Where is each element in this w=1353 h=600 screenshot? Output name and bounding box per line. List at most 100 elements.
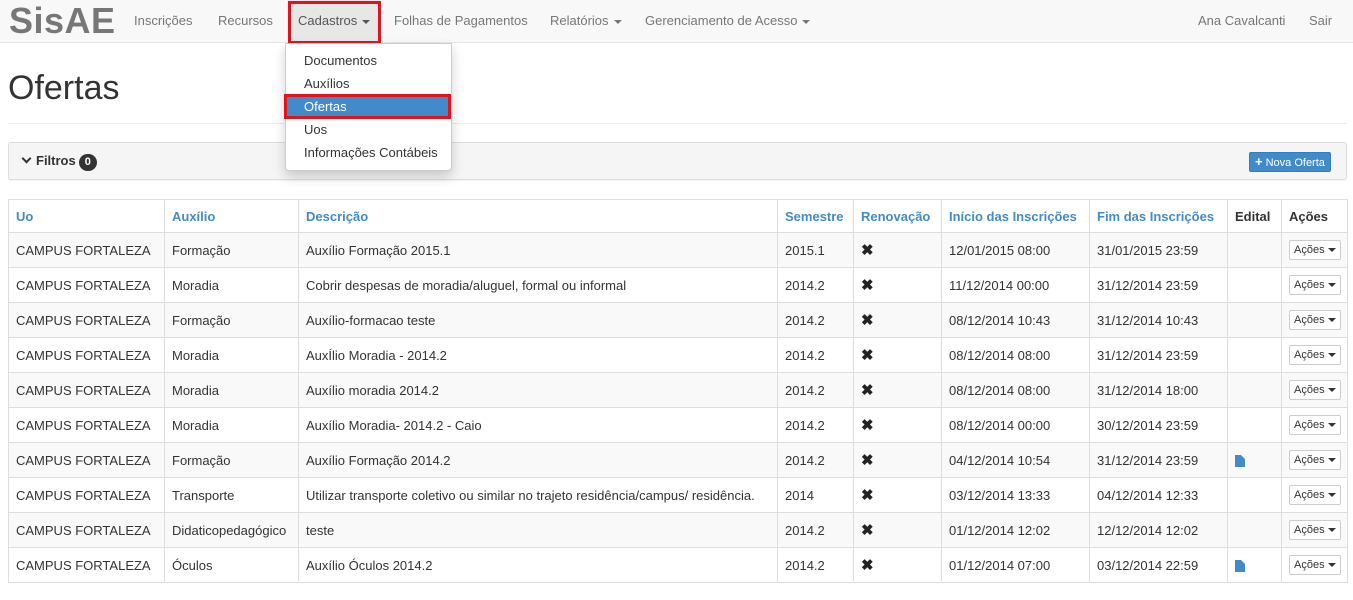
cell-auxilio: Moradia <box>164 337 299 373</box>
actions-dropdown-button[interactable]: Ações <box>1289 415 1341 435</box>
nav-sair[interactable]: Sair <box>1309 0 1332 43</box>
cell-descricao: Auxílio Moradia- 2014.2 - Caio <box>298 407 778 443</box>
cell-uo: CAMPUS FORTALEZA <box>8 442 165 478</box>
menu-item-uos[interactable]: Uos <box>286 118 451 141</box>
menu-item-auxilios[interactable]: Auxílios <box>286 72 451 95</box>
nav-user-name[interactable]: Ana Cavalcanti <box>1198 0 1285 43</box>
cell-uo: CAMPUS FORTALEZA <box>8 477 165 513</box>
actions-dropdown-button[interactable]: Ações <box>1289 380 1341 400</box>
file-icon[interactable] <box>1235 455 1245 468</box>
nav-cadastros[interactable]: Cadastros <box>288 0 380 43</box>
menu-item-informacoes-contabeis[interactable]: Informações Contábeis <box>286 141 451 164</box>
col-header-fim[interactable]: Fim das Inscrições <box>1089 199 1228 233</box>
table-row: CAMPUS FORTALEZA Formação Auxílio-formacao… <box>8 302 1348 338</box>
cell-acoes: Ações <box>1281 407 1348 443</box>
actions-dropdown-button[interactable]: Ações <box>1289 240 1341 260</box>
actions-dropdown-button[interactable]: Ações <box>1289 555 1341 575</box>
cell-inicio: 01/12/2014 07:00 <box>941 547 1090 583</box>
cell-semestre: 2015.1 <box>777 232 854 268</box>
cell-uo: CAMPUS FORTALEZA <box>8 372 165 408</box>
cell-fim: 12/12/2014 12:02 <box>1089 512 1228 548</box>
cell-acoes: Ações <box>1281 232 1348 268</box>
actions-label: Ações <box>1294 489 1325 501</box>
nav-gerenciamento-label: Gerenciamento de Acesso <box>645 13 798 28</box>
actions-dropdown-button[interactable]: Ações <box>1289 520 1341 540</box>
nav-folhas-pagamentos[interactable]: Folhas de Pagamentos <box>394 0 528 43</box>
cell-renovacao: ✖ <box>853 302 942 338</box>
col-header-edital: Edital <box>1227 199 1282 233</box>
nav-relatorios-label: Relatórios <box>550 13 609 28</box>
cell-fim: 31/12/2014 23:59 <box>1089 267 1228 303</box>
cell-renovacao: ✖ <box>853 232 942 268</box>
cell-edital <box>1227 267 1282 303</box>
table-row: CAMPUS FORTALEZA Moradia Auxílio Moradia- … <box>8 407 1348 443</box>
actions-dropdown-button[interactable]: Ações <box>1289 275 1341 295</box>
table-body: CAMPUS FORTALEZA Formação Auxílio Formação… <box>8 232 1348 583</box>
cell-acoes: Ações <box>1281 512 1348 548</box>
cell-fim: 31/12/2014 23:59 <box>1089 442 1228 478</box>
cell-inicio: 08/12/2014 08:00 <box>941 372 1090 408</box>
cadastros-dropdown-menu: Documentos Auxílios Ofertas Uos Informaç… <box>285 43 452 171</box>
table-row: CAMPUS FORTALEZA Moradia Cobrir despesas d… <box>8 267 1348 303</box>
actions-dropdown-button[interactable]: Ações <box>1289 345 1341 365</box>
actions-label: Ações <box>1294 314 1325 326</box>
cell-inicio: 03/12/2014 13:33 <box>941 477 1090 513</box>
cell-inicio: 04/12/2014 10:54 <box>941 442 1090 478</box>
caret-down-icon <box>1327 318 1336 323</box>
cell-auxilio: Didaticopedagógico <box>164 512 299 548</box>
filter-panel: Filtros 0 + Nova Oferta <box>8 142 1347 180</box>
table-header-row: Uo Auxílio Descrição Semestre Renovação … <box>8 199 1348 233</box>
actions-label: Ações <box>1294 349 1325 361</box>
col-header-semestre[interactable]: Semestre <box>777 199 854 233</box>
nav-relatorios[interactable]: Relatórios <box>550 0 622 43</box>
cell-auxilio: Moradia <box>164 372 299 408</box>
col-header-descricao[interactable]: Descrição <box>298 199 778 233</box>
cell-inicio: 08/12/2014 08:00 <box>941 337 1090 373</box>
cell-uo: CAMPUS FORTALEZA <box>8 267 165 303</box>
caret-down-icon <box>1327 283 1336 288</box>
cell-auxilio: Moradia <box>164 407 299 443</box>
new-offer-button[interactable]: + Nova Oferta <box>1249 152 1331 172</box>
filter-count-badge: 0 <box>78 154 97 171</box>
cell-edital <box>1227 337 1282 373</box>
close-icon: ✖ <box>861 487 874 504</box>
cell-renovacao: ✖ <box>853 442 942 478</box>
close-icon: ✖ <box>861 417 874 434</box>
cell-renovacao: ✖ <box>853 267 942 303</box>
cell-edital <box>1227 547 1282 583</box>
actions-dropdown-button[interactable]: Ações <box>1289 310 1341 330</box>
actions-dropdown-button[interactable]: Ações <box>1289 450 1341 470</box>
nav-inscricoes[interactable]: Inscrições <box>134 0 193 43</box>
nav-gerenciamento-acesso[interactable]: Gerenciamento de Acesso <box>645 0 811 43</box>
file-icon[interactable] <box>1235 560 1245 573</box>
col-header-auxilio[interactable]: Auxílio <box>164 199 299 233</box>
brand-logo[interactable]: SisAE <box>9 1 116 41</box>
cell-auxilio: Transporte <box>164 477 299 513</box>
col-header-uo[interactable]: Uo <box>8 199 165 233</box>
cell-inicio: 01/12/2014 12:02 <box>941 512 1090 548</box>
caret-down-icon <box>613 19 622 24</box>
cell-acoes: Ações <box>1281 442 1348 478</box>
col-header-inicio[interactable]: Início das Inscrições <box>941 199 1090 233</box>
menu-item-ofertas[interactable]: Ofertas <box>286 95 451 118</box>
cell-auxilio: Óculos <box>164 547 299 583</box>
caret-down-icon <box>1327 528 1336 533</box>
cell-semestre: 2014.2 <box>777 337 854 373</box>
cell-uo: CAMPUS FORTALEZA <box>8 302 165 338</box>
cell-semestre: 2014.2 <box>777 512 854 548</box>
table-row: CAMPUS FORTALEZA Moradia Auxílio moradia 2… <box>8 372 1348 408</box>
cell-uo: CAMPUS FORTALEZA <box>8 547 165 583</box>
menu-item-documentos[interactable]: Documentos <box>286 49 451 72</box>
cell-edital <box>1227 407 1282 443</box>
table-row: CAMPUS FORTALEZA Didaticopedagógico teste 2… <box>8 512 1348 548</box>
cell-uo: CAMPUS FORTALEZA <box>8 407 165 443</box>
cell-fim: 30/12/2014 23:59 <box>1089 407 1228 443</box>
cell-semestre: 2014.2 <box>777 547 854 583</box>
nav-recursos[interactable]: Recursos <box>218 0 273 43</box>
cell-edital <box>1227 442 1282 478</box>
actions-dropdown-button[interactable]: Ações <box>1289 485 1341 505</box>
col-header-renovacao[interactable]: Renovação <box>853 199 942 233</box>
table-row: CAMPUS FORTALEZA Óculos Auxílio Óculos 201… <box>8 547 1348 583</box>
filter-toggle[interactable]: Filtros 0 <box>21 143 97 179</box>
actions-label: Ações <box>1294 559 1325 571</box>
